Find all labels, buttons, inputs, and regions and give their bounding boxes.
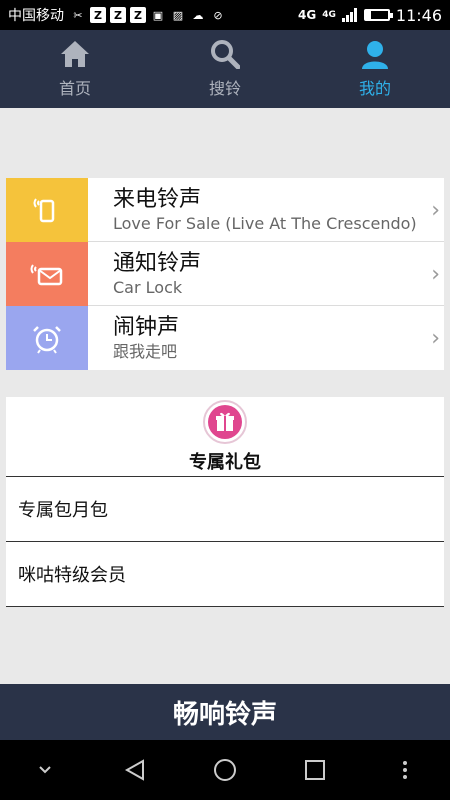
banner-title: 畅响铃声 <box>172 699 277 730</box>
alarm-clock-icon <box>6 306 88 370</box>
package-item-vip[interactable]: 咪咕特级会员 <box>6 542 444 607</box>
bottom-banner[interactable]: 畅响铃声 <box>0 684 450 740</box>
package-item-monthly[interactable]: 专属包月包 <box>6 477 444 542</box>
app-z-icon: Z <box>110 7 126 23</box>
ringtone-type: 闹钟声 <box>113 315 180 340</box>
gift-icon <box>203 399 247 444</box>
gift-title: 专属礼包 <box>189 451 261 473</box>
home-button-icon[interactable] <box>205 750 245 790</box>
ringtone-name: Love For Sale (Live At The Crescendo) <box>113 213 417 233</box>
top-nav: 首页 搜铃 我的 <box>0 30 450 108</box>
clock: 11:46 <box>395 5 442 25</box>
battery-level <box>365 11 372 19</box>
signal-icon <box>341 8 357 22</box>
user-icon <box>360 39 390 69</box>
more-options-icon[interactable] <box>385 750 425 790</box>
status-bar: 中国移动 ✂ Z Z Z ▣ ▨ ☁ ⊘ 4G 4G 11:46 <box>0 0 450 30</box>
app-z-icon: Z <box>90 7 106 23</box>
recent-apps-icon[interactable] <box>295 750 335 790</box>
ringtone-list: 来电铃声 Love For Sale (Live At The Crescend… <box>6 177 444 370</box>
tab-label: 首页 <box>58 79 91 98</box>
tab-label: 搜铃 <box>208 79 241 98</box>
gift-package-panel: 专属礼包 专属包月包 咪咕特级会员 <box>6 397 444 607</box>
ringtone-item-call[interactable]: 来电铃声 Love For Sale (Live At The Crescend… <box>6 177 444 242</box>
back-icon[interactable] <box>115 750 155 790</box>
carrier-name: 中国移动 <box>8 8 64 24</box>
sd-card-icon: ▣ <box>152 8 164 22</box>
tab-label: 我的 <box>358 79 391 98</box>
chevron-down-icon[interactable] <box>25 750 65 790</box>
gift-header: 专属礼包 <box>6 397 444 477</box>
cloud-icon: ☁ <box>192 8 204 22</box>
system-nav-bar <box>0 740 450 800</box>
chevron-right-icon: › <box>431 262 440 287</box>
search-icon <box>210 39 240 69</box>
ringtone-name: 跟我走吧 <box>113 342 178 361</box>
blocked-icon: ⊘ <box>213 8 223 22</box>
battery-icon <box>363 9 393 21</box>
tab-search[interactable]: 搜铃 <box>150 30 300 108</box>
ringtone-name: Car Lock <box>113 277 183 297</box>
network-type: 4G <box>298 8 317 22</box>
app-z-icon: Z <box>130 7 146 23</box>
image-icon: ▨ <box>172 8 184 22</box>
tab-home[interactable]: 首页 <box>0 30 150 108</box>
home-icon <box>60 39 90 69</box>
chevron-right-icon: › <box>431 326 440 351</box>
message-icon <box>6 241 88 306</box>
chevron-right-icon: › <box>431 198 440 223</box>
tab-mine[interactable]: 我的 <box>300 30 450 108</box>
phone-icon <box>6 177 88 242</box>
ringtone-item-alarm[interactable]: 闹钟声 跟我走吧 › <box>6 306 444 370</box>
ringtone-type: 来电铃声 <box>113 186 202 212</box>
network-type-small: 4G <box>322 10 336 20</box>
ringtone-type: 通知铃声 <box>113 250 202 276</box>
scissors-icon: ✂ <box>73 8 83 22</box>
ringtone-item-notification[interactable]: 通知铃声 Car Lock › <box>6 241 444 306</box>
